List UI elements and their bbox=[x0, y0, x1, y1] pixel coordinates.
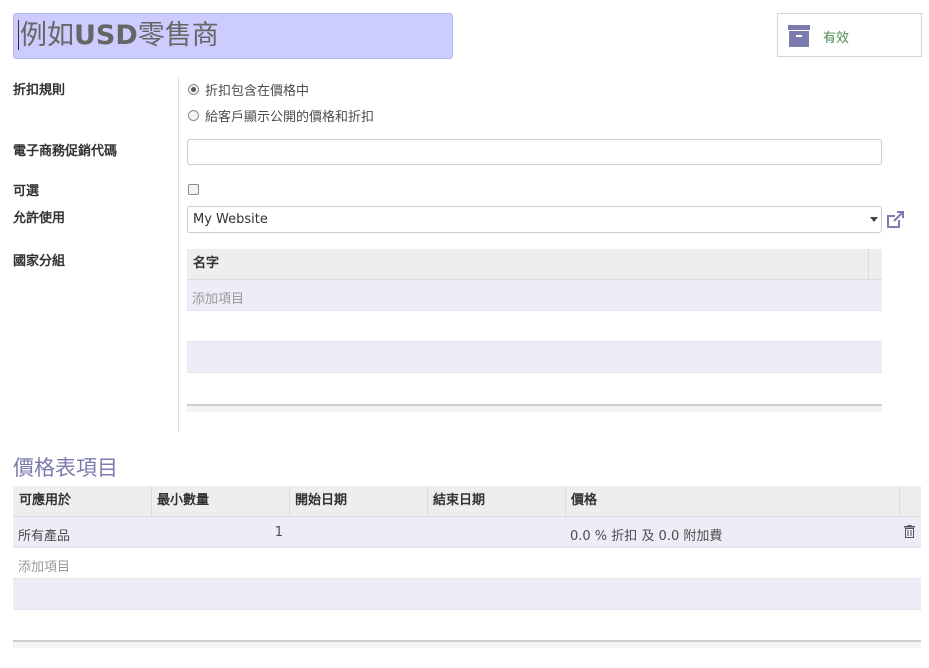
country-groups-table: 名字 添加項目 bbox=[187, 249, 882, 413]
name-suffix: 零售商 bbox=[137, 20, 219, 51]
column-divider bbox=[868, 249, 869, 279]
external-link-icon[interactable] bbox=[885, 210, 905, 230]
website-select[interactable]: My Website bbox=[187, 206, 882, 233]
trash-icon[interactable] bbox=[904, 525, 915, 538]
cell-price: 0.0 % 折扣 及 0.0 附加費 bbox=[570, 529, 723, 544]
allowed-use-label: 允許使用 bbox=[13, 211, 66, 226]
column-header-start-date[interactable]: 開始日期 bbox=[289, 486, 427, 516]
promo-code-input[interactable] bbox=[187, 139, 882, 165]
add-item-link[interactable]: 添加項目 bbox=[192, 288, 244, 307]
active-toggle-button[interactable]: 有效 bbox=[777, 13, 922, 57]
table-row bbox=[187, 342, 882, 373]
active-label: 有效 bbox=[823, 31, 850, 46]
name-bold: USD bbox=[74, 20, 138, 51]
table-footer bbox=[13, 640, 921, 648]
pricelist-items-table: 可應用於 最小數量 開始日期 結束日期 價格 所有產品 1 0.0 % 折扣 及… bbox=[13, 486, 921, 650]
table-row[interactable]: 所有產品 1 0.0 % 折扣 及 0.0 附加費 bbox=[13, 517, 921, 548]
add-item-link[interactable]: 添加項目 bbox=[18, 556, 70, 575]
name-prefix: 例如 bbox=[20, 20, 74, 51]
cell-applied-on: 所有產品 bbox=[18, 529, 71, 544]
pricelist-name-input[interactable]: 例如USD零售商 bbox=[13, 13, 453, 59]
country-groups-label: 國家分組 bbox=[13, 254, 66, 269]
discount-option-included[interactable]: 折扣包含在價格中 bbox=[188, 80, 309, 99]
table-row bbox=[13, 610, 921, 640]
selectable-label: 可選 bbox=[13, 184, 40, 199]
column-header-end-date[interactable]: 結束日期 bbox=[427, 486, 565, 516]
selectable-checkbox[interactable] bbox=[188, 184, 199, 195]
column-header-applied-on[interactable]: 可應用於 bbox=[13, 486, 151, 516]
section-title: 價格表項目 bbox=[13, 456, 118, 480]
form-column-divider bbox=[178, 78, 179, 432]
column-header-min-qty[interactable]: 最小數量 bbox=[151, 486, 289, 516]
add-item-row[interactable]: 添加項目 bbox=[187, 280, 882, 311]
website-value: My Website bbox=[193, 212, 268, 227]
discount-option-show-public[interactable]: 給客戶顯示公開的價格和折扣 bbox=[188, 106, 374, 125]
archive-icon bbox=[788, 25, 810, 47]
caret-down-icon bbox=[870, 217, 878, 222]
radio-checked-icon[interactable] bbox=[188, 84, 199, 95]
table-row bbox=[13, 579, 921, 610]
discount-option-label: 折扣包含在價格中 bbox=[205, 84, 310, 99]
discount-policy-label: 折扣規則 bbox=[13, 83, 66, 98]
discount-option-label: 給客戶顯示公開的價格和折扣 bbox=[205, 110, 375, 125]
table-footer bbox=[187, 404, 882, 412]
cell-min-qty: 1 bbox=[274, 525, 283, 540]
add-item-row[interactable]: 添加項目 bbox=[13, 548, 921, 579]
text-cursor bbox=[18, 20, 19, 50]
column-header-price[interactable]: 價格 bbox=[565, 486, 899, 516]
table-row bbox=[187, 311, 882, 342]
radio-unchecked-icon[interactable] bbox=[188, 110, 199, 121]
table-header: 名字 bbox=[187, 249, 882, 280]
column-header-name[interactable]: 名字 bbox=[187, 249, 219, 279]
table-header: 可應用於 最小數量 開始日期 結束日期 價格 bbox=[13, 486, 921, 517]
table-row bbox=[187, 373, 882, 404]
promo-code-label: 電子商務促銷代碼 bbox=[13, 144, 118, 159]
column-divider bbox=[899, 486, 900, 516]
